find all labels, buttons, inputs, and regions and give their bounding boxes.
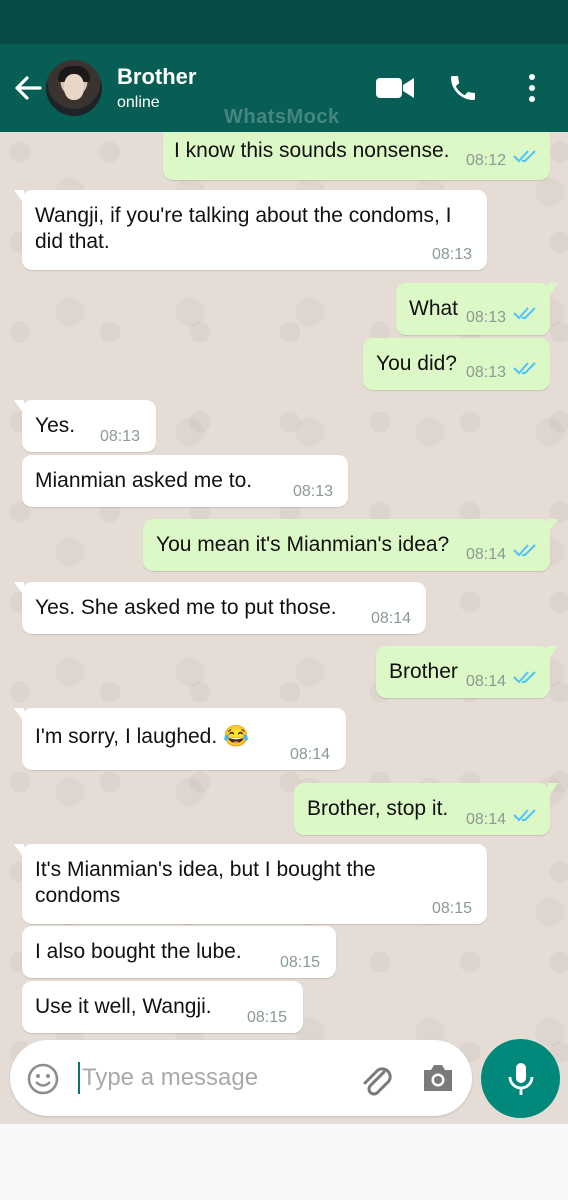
- message-bubble-incoming[interactable]: I'm sorry, I laughed. 😂 08:14: [14, 708, 346, 770]
- message-time: 08:12: [466, 152, 507, 169]
- attach-icon[interactable]: [358, 1060, 394, 1098]
- message-time: 08:13: [432, 246, 473, 263]
- message-bubble-outgoing[interactable]: Brother, stop it. 08:14: [294, 783, 558, 835]
- camera-icon[interactable]: [420, 1062, 456, 1094]
- message-time: 08:13: [293, 483, 334, 500]
- message-input[interactable]: Type a message: [82, 1064, 258, 1092]
- contact-name[interactable]: Brother: [117, 64, 196, 90]
- read-ticks-icon: [513, 307, 536, 320]
- emoji-icon[interactable]: [26, 1062, 60, 1096]
- bubble-tail: [14, 708, 24, 722]
- message-text: You mean it's Mianmian's idea?: [156, 533, 450, 556]
- read-ticks-icon: [513, 809, 536, 822]
- message-bubble-outgoing[interactable]: Brother 08:14: [376, 646, 558, 698]
- message-time: 08:15: [280, 954, 321, 971]
- video-call-icon[interactable]: [375, 74, 415, 102]
- read-ticks-icon: [513, 544, 536, 557]
- message-bubble-outgoing[interactable]: You did? 08:13: [363, 338, 550, 390]
- read-ticks-icon: [513, 150, 536, 163]
- message-text: Wangji, if you're talking about the cond…: [35, 204, 452, 253]
- message-text: Yes.: [35, 414, 76, 437]
- bubble-tail: [548, 283, 558, 297]
- message-bubble-outgoing[interactable]: I know this sounds nonsense. 08:12: [163, 132, 550, 180]
- message-bubble-incoming[interactable]: Wangji, if you're talking about the cond…: [14, 190, 487, 270]
- message-text: Brother, stop it.: [307, 797, 449, 820]
- mic-button[interactable]: [481, 1039, 560, 1118]
- avatar[interactable]: [46, 60, 102, 116]
- contact-status: online: [117, 94, 160, 111]
- message-time: 08:14: [466, 546, 507, 563]
- message-text: What: [409, 297, 459, 320]
- bottom-spacer: [0, 1124, 568, 1200]
- message-bubble-incoming[interactable]: Yes. 08:13: [14, 400, 156, 452]
- message-text: You did?: [376, 352, 457, 375]
- message-text: Yes. She asked me to put those.: [35, 596, 337, 619]
- bubble-tail: [14, 190, 24, 204]
- text-caret: [78, 1062, 80, 1094]
- bubble-tail: [14, 844, 24, 858]
- status-bar: [0, 0, 568, 44]
- message-time: 08:14: [371, 610, 412, 627]
- message-text: Mianmian asked me to.: [35, 469, 253, 492]
- message-time: 08:15: [432, 900, 473, 917]
- bubble-tail: [14, 400, 24, 414]
- message-time: 08:13: [100, 428, 141, 445]
- avatar-face: [64, 74, 84, 100]
- watermark-label: WhatsMock: [224, 106, 340, 128]
- more-options-icon[interactable]: [526, 72, 538, 104]
- bubble-tail: [14, 582, 24, 596]
- bubble-tail: [548, 519, 558, 533]
- bubble-tail: [548, 783, 558, 797]
- message-text: Use it well, Wangji.: [35, 995, 212, 1018]
- message-text: I know this sounds nonsense.: [174, 139, 450, 162]
- message-text: Brother: [389, 660, 458, 683]
- chat-area[interactable]: I know this sounds nonsense. 08:12 Wangj…: [0, 132, 568, 1124]
- message-bubble-incoming[interactable]: I also bought the lube. 08:15: [22, 926, 336, 978]
- message-time: 08:14: [466, 811, 507, 828]
- message-bubble-incoming[interactable]: Mianmian asked me to. 08:13: [22, 455, 348, 507]
- message-bubble-outgoing[interactable]: What 08:13: [396, 283, 558, 335]
- message-bubble-incoming[interactable]: Yes. She asked me to put those. 08:14: [14, 582, 426, 634]
- message-input-bar[interactable]: Type a message: [10, 1040, 472, 1116]
- message-text: I also bought the lube.: [35, 940, 242, 963]
- message-text: It's Mianmian's idea, but I bought the c…: [35, 858, 376, 907]
- voice-call-icon[interactable]: [447, 72, 479, 104]
- message-time: 08:14: [466, 673, 507, 690]
- message-text: I'm sorry, I laughed. 😂: [35, 725, 250, 748]
- message-time: 08:15: [247, 1009, 288, 1026]
- read-ticks-icon: [513, 671, 536, 684]
- message-time: 08:14: [290, 746, 331, 763]
- message-bubble-incoming[interactable]: Use it well, Wangji. 08:15: [22, 981, 303, 1033]
- back-arrow-icon[interactable]: [12, 72, 44, 104]
- message-time: 08:13: [466, 364, 507, 381]
- message-bubble-incoming[interactable]: It's Mianmian's idea, but I bought the c…: [14, 844, 487, 924]
- mic-icon: [508, 1063, 534, 1095]
- message-time: 08:13: [466, 309, 507, 326]
- bubble-tail: [548, 646, 558, 660]
- read-ticks-icon: [513, 362, 536, 375]
- message-bubble-outgoing[interactable]: You mean it's Mianmian's idea? 08:14: [143, 519, 558, 571]
